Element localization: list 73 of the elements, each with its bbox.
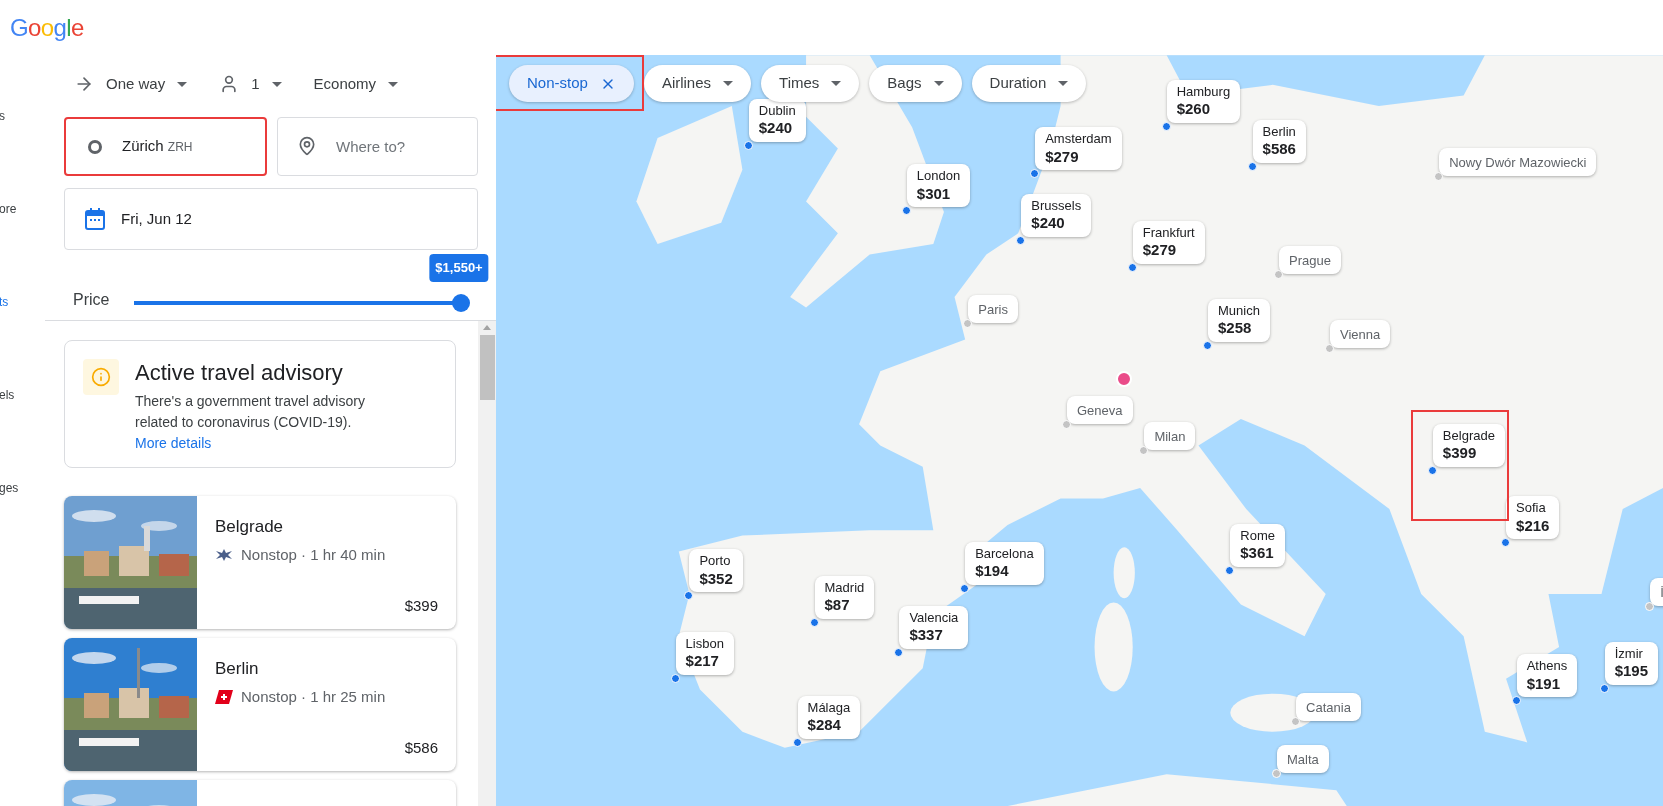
scrollbar-thumb[interactable]: [479, 335, 495, 400]
price-pin[interactable]: Hamburg $260: [1166, 79, 1241, 123]
price-pin[interactable]: Barcelona $194: [965, 541, 1044, 585]
filter-chip[interactable]: Non-stop: [509, 65, 634, 102]
place-pin[interactable]: Nowy Dwór Mazowiecki: [1439, 148, 1597, 177]
place-pin[interactable]: Paris: [968, 294, 1018, 323]
destination-card[interactable]: Berlin Nonstop · 1 hr 25 min $586: [64, 638, 456, 771]
caret-icon: [1058, 81, 1069, 86]
calendar-icon: [85, 208, 105, 230]
flight-price: $586: [404, 737, 438, 758]
place-pin[interactable]: Milan: [1144, 422, 1196, 451]
place-pin[interactable]: Vienna: [1330, 320, 1391, 349]
flight-price: $399: [404, 595, 438, 616]
price-pin[interactable]: Rome $361: [1230, 523, 1285, 567]
caret-icon: [271, 81, 282, 87]
place-pin[interactable]: Catania: [1296, 692, 1361, 721]
caret-icon: [723, 81, 734, 86]
origin-field[interactable]: Zürich ZRH: [64, 117, 267, 176]
nav-item[interactable]: ore: [0, 200, 45, 218]
price-pin[interactable]: London $301: [906, 164, 971, 208]
date-value: Fri, Jun 12: [121, 208, 192, 229]
flight-details: Nonstop · 1 hr 25 min: [241, 686, 386, 707]
nav-item[interactable]: s: [0, 107, 45, 125]
scroll-up-icon: [483, 325, 491, 330]
caret-icon: [388, 81, 399, 87]
filter-chip[interactable]: Duration: [971, 65, 1087, 102]
nav-item[interactable]: ts: [0, 293, 45, 311]
slider-thumb[interactable]: [452, 294, 470, 312]
bird-logo-icon: [215, 547, 233, 562]
price-pin[interactable]: Frankfurt $279: [1132, 220, 1205, 264]
google-logo[interactable]: Google: [10, 9, 84, 46]
city-name: Belgrade: [215, 516, 285, 538]
city-name: Berlin: [215, 658, 260, 680]
price-pin[interactable]: Madrid $87: [814, 575, 875, 619]
price-pin[interactable]: İzmir $195: [1604, 641, 1659, 685]
flight-details: Nonstop · 1 hr 40 min: [241, 544, 386, 565]
price-pin[interactable]: Sofia $216: [1506, 496, 1560, 540]
filter-chip[interactable]: Airlines: [643, 65, 752, 102]
trip-option-dropdown[interactable]: Economy: [313, 72, 399, 96]
price-pin[interactable]: Brussels $240: [1021, 194, 1092, 238]
price-pin[interactable]: Belgrade $399: [1432, 424, 1505, 468]
caret-icon: [177, 81, 188, 87]
info-icon: [83, 359, 119, 395]
price-pin[interactable]: Athens $191: [1516, 654, 1578, 698]
price-pin[interactable]: Amsterdam $279: [1035, 127, 1122, 171]
destination-field[interactable]: Where to?: [277, 117, 478, 176]
place-pin[interactable]: Geneva: [1066, 395, 1133, 424]
date-field[interactable]: Fri, Jun 12: [64, 188, 478, 250]
trip-option-dropdown[interactable]: 1: [219, 72, 282, 96]
place-pin[interactable]: Prague: [1279, 246, 1341, 275]
caret-icon: [933, 81, 944, 86]
advisory-text: There's a government travel advisory related to coronavirus (COVID-19). More details: [135, 391, 366, 453]
advisory-title: Active travel advisory: [135, 359, 344, 387]
price-label: Price: [73, 290, 110, 310]
nav-item[interactable]: ges: [0, 479, 45, 497]
price-pin[interactable]: Porto $352: [689, 549, 743, 593]
price-pin[interactable]: Málaga $284: [797, 695, 861, 739]
place-pin[interactable]: İ: [1650, 578, 1663, 606]
price-pin[interactable]: Berlin $586: [1252, 119, 1306, 163]
nav-item[interactable]: els: [0, 386, 45, 404]
cross-logo-icon: [215, 689, 233, 704]
destination-card[interactable]: Belgrade Nonstop · 1 hr 40 min $399: [64, 496, 456, 629]
price-pin[interactable]: Munich $258: [1208, 299, 1270, 343]
more-details-link[interactable]: More details: [135, 434, 212, 451]
filter-chip[interactable]: Times: [761, 65, 860, 102]
trip-option-dropdown[interactable]: One way: [74, 72, 188, 96]
price-pin[interactable]: Lisbon $217: [675, 632, 734, 676]
filter-chip[interactable]: Bags: [869, 65, 962, 102]
price-pin[interactable]: Valencia $337: [899, 605, 969, 649]
price-tooltip: $1,550+: [429, 254, 489, 282]
caret-icon: [831, 81, 842, 86]
scrollbar[interactable]: [478, 321, 496, 806]
location-pin-icon: [297, 136, 317, 156]
